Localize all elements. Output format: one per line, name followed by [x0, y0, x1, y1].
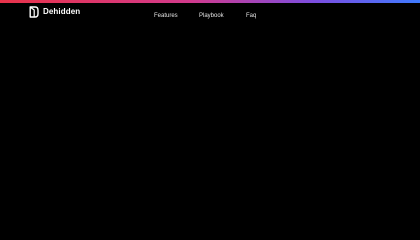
nav-link-features[interactable]: Features: [154, 12, 178, 20]
navbar: Dehidden Features Playbook Faq: [0, 3, 420, 27]
main-nav: Features Playbook Faq: [0, 12, 420, 22]
nav-link-faq[interactable]: Faq: [246, 12, 256, 20]
nav-link-playbook[interactable]: Playbook: [199, 12, 224, 20]
page: Dehidden Features Playbook Faq: [0, 0, 420, 236]
main-content: [0, 27, 420, 236]
